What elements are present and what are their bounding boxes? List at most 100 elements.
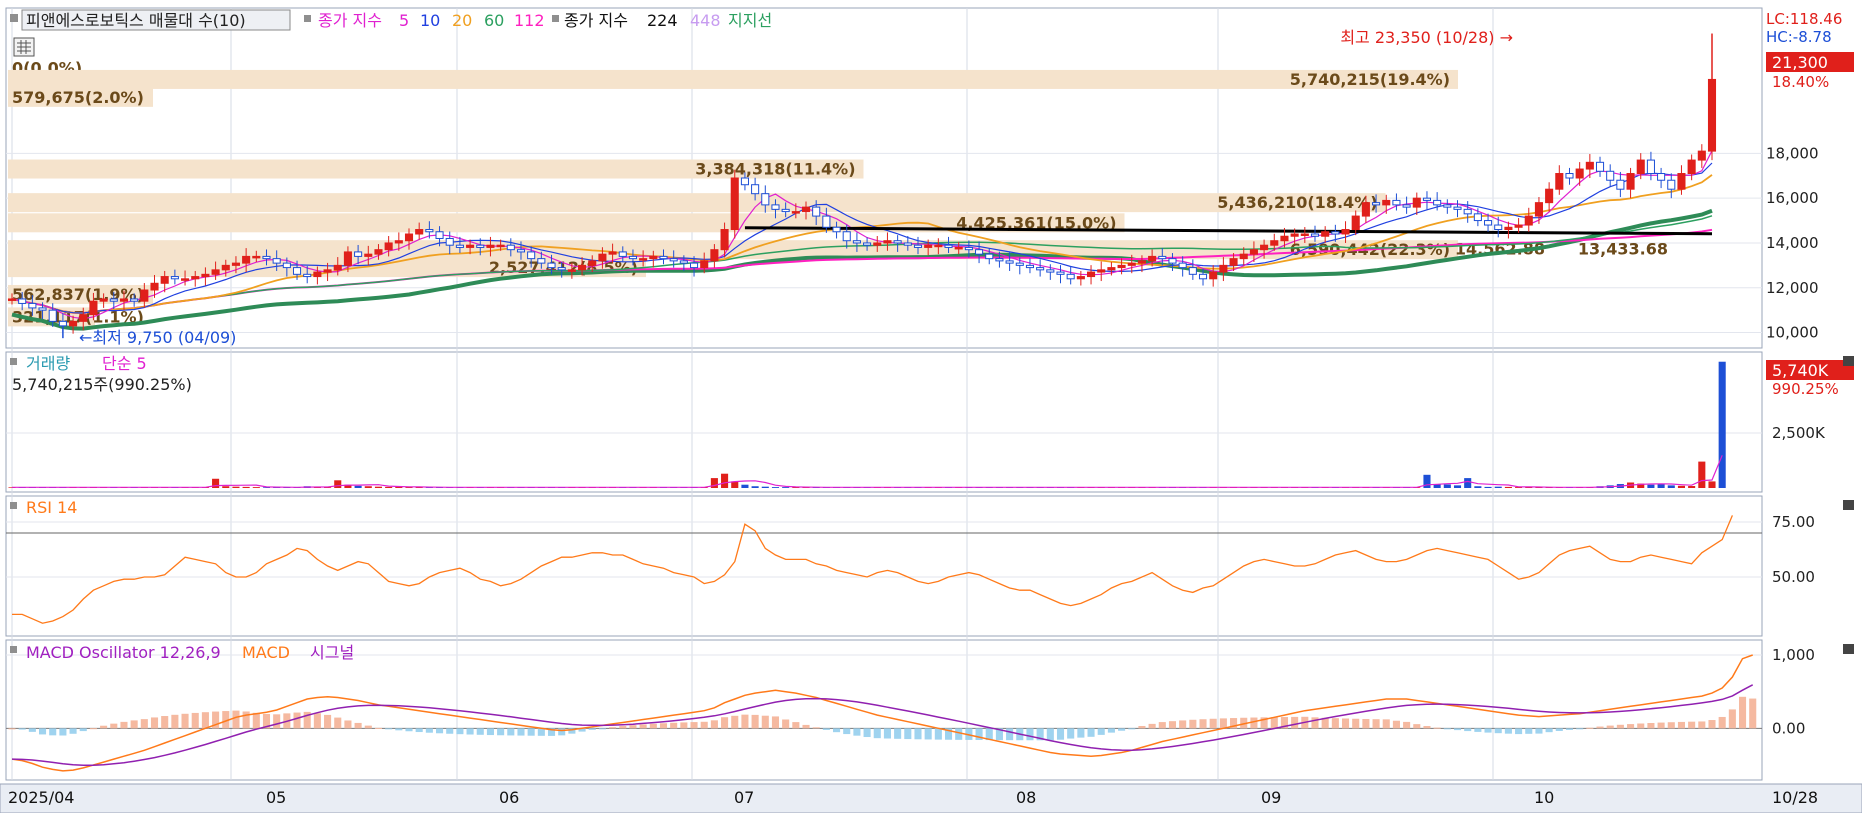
price-tick-label: 16,000 (1766, 189, 1819, 207)
candle-body (272, 258, 281, 264)
candle-body (1300, 233, 1309, 236)
candle-body (649, 255, 658, 260)
candle-body (801, 206, 811, 213)
volume-bar (354, 485, 362, 488)
legend-square-icon (304, 15, 311, 22)
macd-oscillator-bar (1097, 728, 1105, 735)
macd-oscillator-bar (812, 727, 820, 729)
candle-body (1321, 231, 1330, 237)
volume-profile-label: 5,436,210(18.4%) (1217, 193, 1377, 212)
candle-body (303, 273, 312, 278)
macd-oscillator-bar (1525, 728, 1533, 734)
x-label-10-28: 10/28 (1772, 788, 1818, 807)
candle-body (130, 298, 139, 302)
candle-body (476, 244, 485, 248)
volume-ma-label: 단순 5 (102, 354, 147, 373)
candle-body (242, 255, 251, 264)
macd-oscillator-bar (507, 728, 515, 736)
macd-oscillator-bar (609, 727, 617, 729)
candle-body (404, 233, 414, 242)
candle-body (873, 242, 882, 246)
candle-body (211, 269, 220, 275)
candle-body (852, 240, 861, 244)
candle-body (109, 298, 118, 302)
macd-oscillator-bar (476, 728, 484, 735)
macd-oscillator-bar (639, 724, 647, 729)
candle-body (1137, 260, 1146, 264)
price-tick-label: 12,000 (1766, 279, 1819, 297)
macd-oscillator-bar (1138, 725, 1146, 729)
macd-oscillator-bar (1576, 728, 1584, 730)
volume-bar (1474, 486, 1482, 488)
candle-body (1229, 258, 1238, 266)
macd-oscillator-bar (1056, 728, 1065, 740)
macd-oscillator-bar (1423, 726, 1431, 729)
macd-oscillator-bar (1637, 723, 1645, 729)
price-tick-label: 10,000 (1766, 324, 1819, 342)
candle-body (618, 251, 627, 257)
macd-oscillator-bar (1158, 722, 1166, 729)
volume-bar (721, 473, 729, 488)
candle-body (567, 269, 576, 272)
macd-oscillator-bar (1433, 727, 1441, 729)
volume-profile-label: 13,433.68 (1578, 240, 1668, 259)
candle-body (1036, 267, 1045, 271)
current-volume: 5,740K (1772, 361, 1829, 380)
macd-oscillator-bar (558, 728, 566, 736)
macd-oscillator-bar (1596, 726, 1604, 729)
macd-oscillator-bar (252, 712, 260, 729)
macd-oscillator-bar (1168, 721, 1177, 729)
macd-oscillator-bar (1738, 696, 1747, 729)
candle-body (934, 244, 943, 248)
candle-body (679, 260, 688, 264)
ma2-legend-label: 종가 지수 (564, 11, 628, 30)
macd-oscillator-bar (1586, 727, 1594, 729)
ma-224-label: 224 (647, 11, 678, 30)
candle-body (1351, 215, 1360, 231)
candle-body (1524, 215, 1533, 226)
candle-body (1422, 197, 1432, 201)
macd-oscillator-bar (110, 723, 118, 729)
candle-body (639, 258, 648, 261)
ma-5-label: 5 (399, 11, 409, 30)
close-panel-icon[interactable] (1843, 644, 1854, 654)
macd-oscillator-bar (700, 721, 708, 729)
candle-body (740, 177, 749, 186)
candle-body (730, 177, 739, 231)
legend-square-icon (10, 502, 17, 509)
macd-oscillator-bar (1443, 728, 1451, 730)
close-panel-icon[interactable] (1843, 500, 1854, 510)
candle-body (751, 184, 760, 195)
volume-bar (252, 487, 260, 488)
candle-body (1657, 173, 1666, 181)
candle-body (781, 208, 790, 213)
macd-oscillator-bar (8, 728, 16, 730)
candle-body (659, 255, 668, 260)
close-panel-icon[interactable] (1843, 356, 1854, 366)
candle-body (1066, 273, 1075, 280)
macd-oscillator-bar (273, 714, 281, 729)
macd-oscillator-bar (1372, 719, 1380, 729)
candle-body (791, 211, 800, 214)
macd-oscillator-bar (731, 715, 739, 729)
candle-body (1636, 159, 1645, 175)
candle-body (292, 267, 302, 275)
volume-bar (1443, 484, 1451, 488)
candle-body (1534, 202, 1543, 217)
candle-body (455, 244, 464, 248)
candle-body (1219, 264, 1228, 273)
candle-body (995, 258, 1004, 262)
macd-oscillator-bar (69, 728, 77, 734)
candle-body (964, 246, 973, 251)
candle-body (628, 255, 637, 260)
candle-body (1310, 233, 1320, 237)
stock-chart: 0(0.0%)5,740,215(19.4%)579,675(2.0%)3,38… (0, 0, 1862, 813)
hc-value: HC:-8.78 (1766, 28, 1832, 46)
volume-bar (1667, 485, 1675, 488)
macd-oscillator-bar (802, 724, 810, 729)
macd-oscillator-bar (415, 728, 423, 733)
candle-body (79, 314, 88, 322)
candle-body (496, 244, 505, 248)
candle-body (547, 262, 556, 269)
macd-oscillator-bar (822, 728, 830, 730)
